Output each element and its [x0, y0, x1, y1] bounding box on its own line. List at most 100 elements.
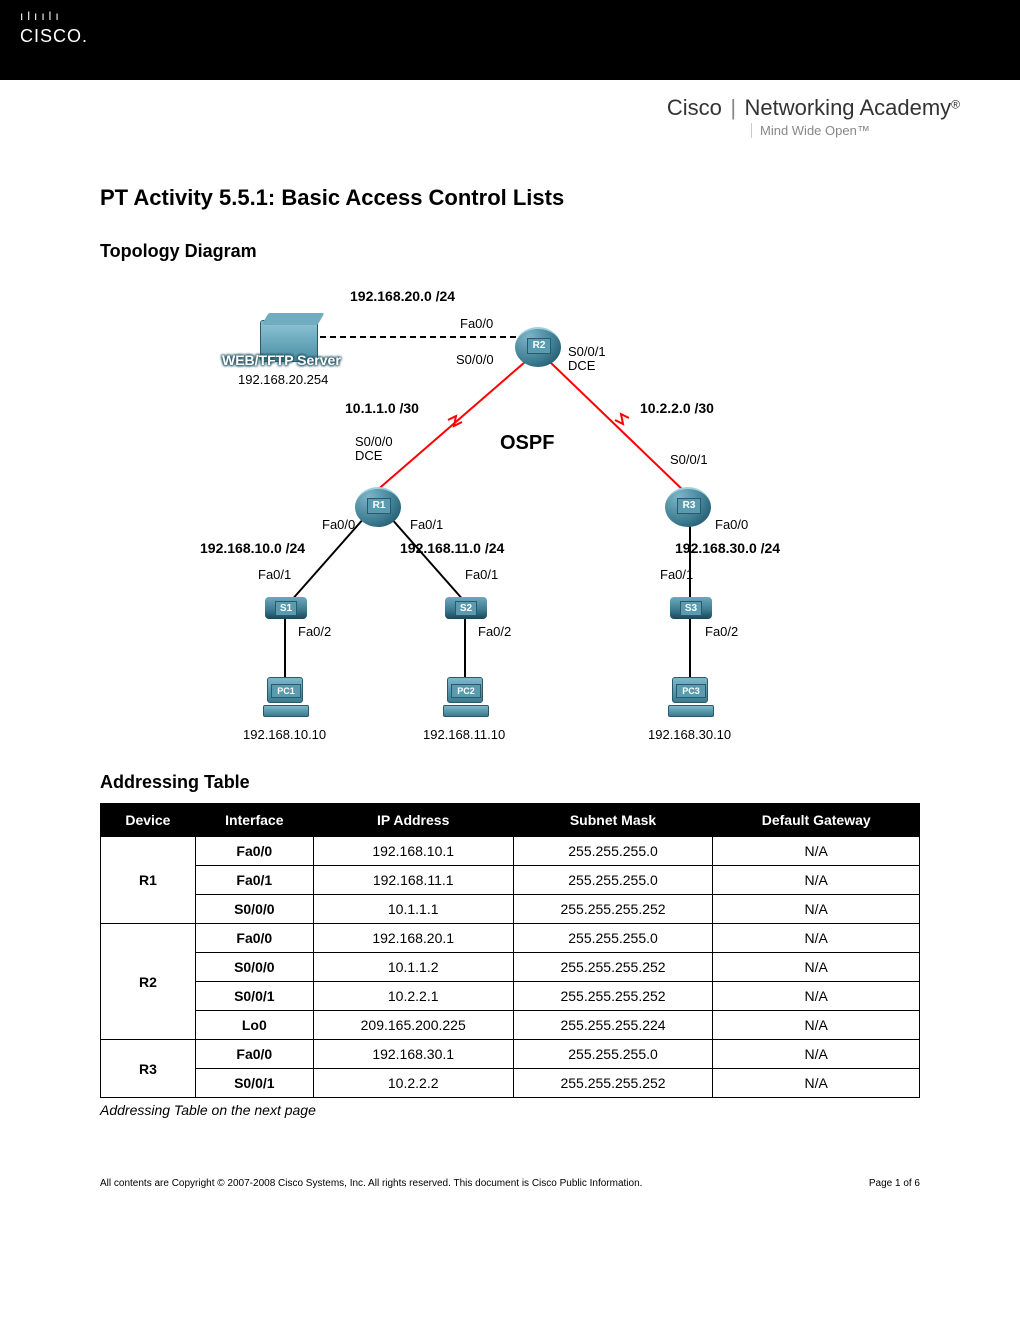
academy-cisco: Cisco — [667, 95, 722, 120]
cell-mask: 255.255.255.252 — [513, 895, 713, 924]
cell-interface: S0/0/0 — [195, 953, 313, 982]
label-r2-s001: S0/0/1 — [568, 344, 606, 359]
cell-gateway: N/A — [713, 982, 920, 1011]
cisco-logo-text: CISCO. — [20, 26, 1000, 47]
academy-name: Networking Academy — [745, 95, 952, 120]
label-s3-fa02: Fa0/2 — [705, 624, 738, 639]
addressing-table: Device Interface IP Address Subnet Mask … — [100, 803, 920, 1098]
label-ospf: OSPF — [500, 432, 554, 455]
cell-gateway: N/A — [713, 866, 920, 895]
table-row: R1Fa0/0192.168.10.1255.255.255.0N/A — [101, 837, 920, 866]
label-pc1-ip: 192.168.10.10 — [243, 727, 326, 742]
label-net-10: 192.168.10.0 /24 — [200, 540, 305, 556]
label-s2-fa02: Fa0/2 — [478, 624, 511, 639]
cell-interface: S0/0/1 — [195, 1069, 313, 1098]
table-note: Addressing Table on the next page — [100, 1102, 920, 1118]
section-topology: Topology Diagram — [100, 241, 920, 262]
pc2-label: PC2 — [451, 684, 481, 698]
label-pc3-ip: 192.168.30.10 — [648, 727, 731, 742]
label-server-ip: 192.168.20.254 — [238, 372, 328, 387]
cell-ip: 10.2.2.2 — [313, 1069, 513, 1098]
table-row: S0/0/110.2.2.2255.255.255.252N/A — [101, 1069, 920, 1098]
th-interface: Interface — [195, 804, 313, 837]
label-s1-fa02: Fa0/2 — [298, 624, 331, 639]
cell-mask: 255.255.255.0 — [513, 924, 713, 953]
label-r3-s001: S0/0/1 — [670, 452, 708, 467]
cell-ip: 192.168.30.1 — [313, 1040, 513, 1069]
label-net-10-2: 10.2.2.0 /30 — [640, 400, 714, 416]
section-addressing: Addressing Table — [100, 772, 920, 793]
cell-mask: 255.255.255.0 — [513, 1040, 713, 1069]
label-r1-s000: S0/0/0 — [355, 434, 393, 449]
label-net-10-1: 10.1.1.0 /30 — [345, 400, 419, 416]
table-row: Lo0209.165.200.225255.255.255.224N/A — [101, 1011, 920, 1040]
router-r3-label: R3 — [677, 498, 701, 514]
th-device: Device — [101, 804, 196, 837]
table-row: R2Fa0/0192.168.20.1255.255.255.0N/A — [101, 924, 920, 953]
label-server: WEB/TFTP Server — [222, 352, 341, 368]
cell-ip: 10.1.1.1 — [313, 895, 513, 924]
cell-gateway: N/A — [713, 1011, 920, 1040]
cell-mask: 255.255.255.0 — [513, 866, 713, 895]
cell-device: R2 — [101, 924, 196, 1040]
footer-page: Page 1 of 6 — [869, 1178, 920, 1189]
diagram-svg — [130, 272, 890, 752]
label-r1-dce: DCE — [355, 448, 382, 463]
label-r2-fa00: Fa0/0 — [460, 316, 493, 331]
table-row: Fa0/1192.168.11.1255.255.255.0N/A — [101, 866, 920, 895]
cell-ip: 192.168.11.1 — [313, 866, 513, 895]
cell-interface: Fa0/0 — [195, 1040, 313, 1069]
page-title: PT Activity 5.5.1: Basic Access Control … — [100, 185, 920, 211]
cell-interface: S0/0/0 — [195, 895, 313, 924]
cell-mask: 255.255.255.252 — [513, 1069, 713, 1098]
cell-gateway: N/A — [713, 1069, 920, 1098]
label-r3-fa00: Fa0/0 — [715, 517, 748, 532]
academy-tagline: Mind Wide Open™ — [751, 123, 960, 138]
th-ip: IP Address — [313, 804, 513, 837]
cell-ip: 192.168.10.1 — [313, 837, 513, 866]
header-bar: ılıılı CISCO. — [0, 0, 1020, 80]
label-r1-fa00: Fa0/0 — [322, 517, 355, 532]
cell-ip: 209.165.200.225 — [313, 1011, 513, 1040]
cell-gateway: N/A — [713, 895, 920, 924]
cell-mask: 255.255.255.0 — [513, 837, 713, 866]
label-r2-dce: DCE — [568, 358, 595, 373]
cell-gateway: N/A — [713, 837, 920, 866]
cell-interface: S0/0/1 — [195, 982, 313, 1011]
academy-separator: | — [730, 95, 736, 120]
label-s1-fa01: Fa0/1 — [258, 567, 291, 582]
cell-mask: 255.255.255.224 — [513, 1011, 713, 1040]
label-s3-fa01: Fa0/1 — [660, 567, 693, 582]
cell-interface: Lo0 — [195, 1011, 313, 1040]
cell-device: R1 — [101, 837, 196, 924]
table-row: S0/0/010.1.1.1255.255.255.252N/A — [101, 895, 920, 924]
cell-ip: 10.1.1.2 — [313, 953, 513, 982]
cell-ip: 10.2.2.1 — [313, 982, 513, 1011]
pc1-label: PC1 — [271, 684, 301, 698]
label-net-20: 192.168.20.0 /24 — [350, 288, 455, 304]
table-row: R3Fa0/0192.168.30.1255.255.255.0N/A — [101, 1040, 920, 1069]
switch-s3-label: S3 — [680, 601, 702, 616]
th-mask: Subnet Mask — [513, 804, 713, 837]
cell-device: R3 — [101, 1040, 196, 1098]
cisco-logo-bars: ılıılı — [20, 10, 1000, 22]
router-r1-label: R1 — [367, 498, 391, 514]
label-r1-fa01: Fa0/1 — [410, 517, 443, 532]
table-row: S0/0/110.2.2.1255.255.255.252N/A — [101, 982, 920, 1011]
switch-s1-label: S1 — [275, 601, 297, 616]
table-header-row: Device Interface IP Address Subnet Mask … — [101, 804, 920, 837]
academy-header: Cisco | Networking Academy® Mind Wide Op… — [0, 80, 1020, 145]
cell-ip: 192.168.20.1 — [313, 924, 513, 953]
table-row: S0/0/010.1.1.2255.255.255.252N/A — [101, 953, 920, 982]
cell-interface: Fa0/0 — [195, 837, 313, 866]
footer-copyright: All contents are Copyright © 2007-2008 C… — [100, 1178, 642, 1189]
cell-gateway: N/A — [713, 1040, 920, 1069]
academy-reg: ® — [951, 98, 960, 112]
label-s2-fa01: Fa0/1 — [465, 567, 498, 582]
cell-interface: Fa0/0 — [195, 924, 313, 953]
switch-s2-label: S2 — [455, 601, 477, 616]
label-pc2-ip: 192.168.11.10 — [423, 727, 505, 742]
cell-mask: 255.255.255.252 — [513, 953, 713, 982]
page-footer: All contents are Copyright © 2007-2008 C… — [0, 1178, 1020, 1209]
label-net-11: 192.168.11.0 /24 — [400, 540, 504, 556]
